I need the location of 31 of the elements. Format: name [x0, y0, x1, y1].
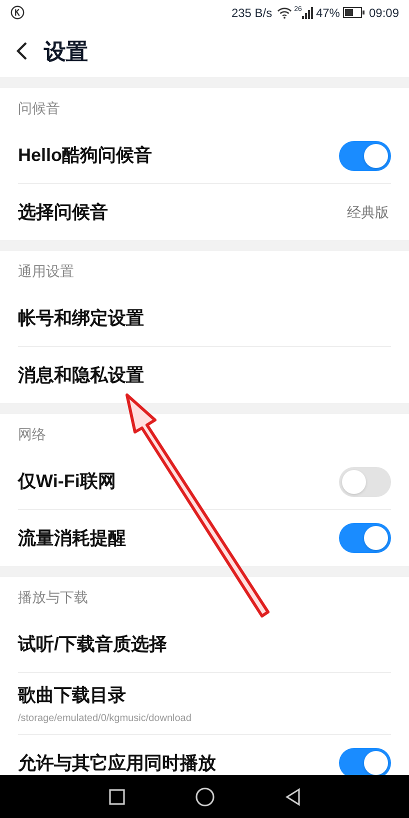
setting-subtitle: /storage/emulated/0/kgmusic/download [18, 712, 192, 726]
setting-label[interactable]: 仅Wi-Fi联网 [18, 468, 339, 495]
section-header: 网络 [18, 424, 46, 444]
network-speed: 235 B/s [231, 4, 272, 22]
back-icon[interactable] [16, 41, 28, 61]
toggle-switch[interactable] [339, 466, 391, 496]
setting-label[interactable]: 试听/下载音质选择 [18, 631, 391, 658]
recent-apps-icon[interactable] [108, 788, 124, 804]
toggle-switch[interactable] [339, 748, 391, 775]
setting-label[interactable]: Hello酷狗问候音 [18, 142, 339, 169]
battery-icon [342, 7, 365, 18]
section-header: 播放与下载 [18, 588, 88, 606]
battery-percent: 47% [316, 4, 340, 22]
toggle-switch[interactable] [339, 523, 391, 553]
setting-label[interactable]: 歌曲下载目录 [18, 682, 391, 708]
home-icon[interactable] [194, 786, 214, 806]
setting-label[interactable]: 允许与其它应用同时播放 [18, 750, 339, 775]
setting-label[interactable]: 消息和隐私设置 [18, 362, 391, 388]
setting-label[interactable]: 帐号和绑定设置 [18, 305, 391, 332]
setting-label[interactable]: 选择问候音 [18, 198, 347, 226]
clock: 09:09 [368, 4, 399, 22]
back-nav-icon[interactable] [284, 788, 300, 806]
setting-label[interactable]: 流量消耗提醒 [18, 524, 339, 552]
toggle-switch[interactable] [339, 140, 391, 170]
setting-value: 经典版 [347, 202, 389, 222]
section-header: 通用设置 [18, 262, 74, 280]
app-logo-icon [10, 5, 25, 20]
page-title: 设置 [44, 38, 88, 66]
signal-icon [302, 6, 314, 18]
section-header: 问候音 [18, 98, 60, 118]
wifi-icon [277, 6, 292, 18]
